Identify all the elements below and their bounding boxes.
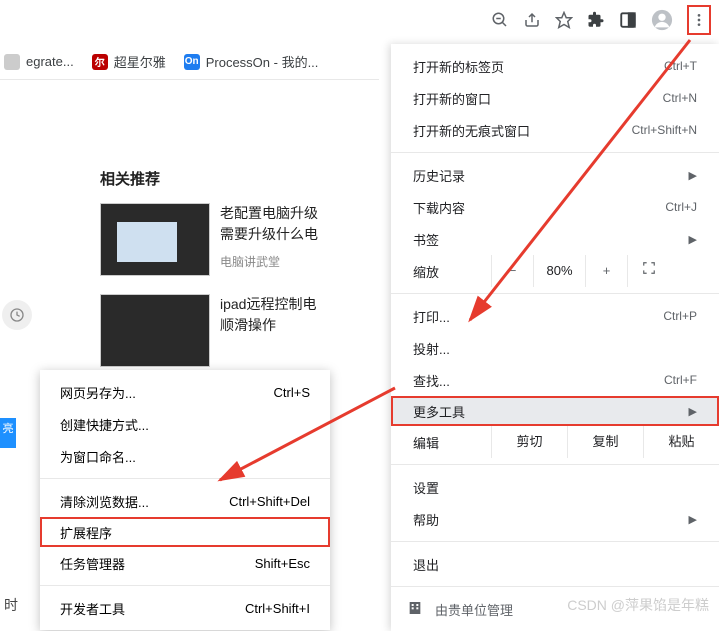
zoom-out-button[interactable]: − [491, 255, 533, 287]
menu-incognito[interactable]: 打开新的无痕式窗口Ctrl+Shift+N [391, 114, 719, 146]
card-sub: 需要升级什么电 [220, 224, 370, 245]
card-thumbnail [100, 294, 210, 367]
menu-edit: 编辑 剪切 复制 粘贴 [391, 426, 719, 458]
bookmark-label: 超星尔雅 [114, 52, 166, 71]
bookmark-item[interactable]: On ProcessOn - 我的... [184, 52, 319, 71]
highlight-tab[interactable]: 亮 [0, 418, 16, 448]
submenu-save-as[interactable]: 网页另存为...Ctrl+S [40, 376, 330, 408]
star-icon[interactable] [555, 11, 573, 29]
submenu-dev-tools[interactable]: 开发者工具Ctrl+Shift+I [40, 592, 330, 624]
edit-copy[interactable]: 复制 [567, 426, 643, 458]
bookmark-label: egrate... [26, 54, 74, 69]
watermark: CSDN @萍果馅是年糕 [567, 595, 709, 615]
submenu-name-window[interactable]: 为窗口命名... [40, 440, 330, 472]
edit-paste[interactable]: 粘贴 [643, 426, 719, 458]
menu-find[interactable]: 查找...Ctrl+F [391, 364, 719, 396]
chevron-right-icon: ▶ [689, 233, 697, 246]
zoom-value: 80% [533, 255, 585, 287]
favicon [4, 54, 20, 70]
profile-icon[interactable] [651, 9, 673, 31]
submenu-create-shortcut[interactable]: 创建快捷方式... [40, 408, 330, 440]
more-menu-icon[interactable] [687, 5, 711, 35]
bookmark-item[interactable]: egrate... [4, 54, 74, 70]
zoom-out-icon[interactable] [491, 11, 509, 29]
card-thumbnail [100, 203, 210, 276]
chrome-main-menu: 打开新的标签页Ctrl+T 打开新的窗口Ctrl+N 打开新的无痕式窗口Ctrl… [391, 44, 719, 631]
menu-zoom: 缩放 − 80% + [391, 255, 719, 287]
submenu-clear-data[interactable]: 清除浏览数据...Ctrl+Shift+Del [40, 485, 330, 517]
page-content: 相关推荐 老配置电脑升级 需要升级什么电 电脑讲武堂 ipad远程控制电 顺滑操… [0, 168, 370, 385]
menu-history[interactable]: 历史记录▶ [391, 159, 719, 191]
more-tools-submenu: 网页另存为...Ctrl+S 创建快捷方式... 为窗口命名... 清除浏览数据… [40, 370, 330, 630]
menu-more-tools[interactable]: 更多工具▶ [391, 396, 719, 426]
zoom-in-button[interactable]: + [585, 255, 627, 287]
bookmarks-bar: egrate... 尔 超星尔雅 On ProcessOn - 我的... [0, 44, 379, 80]
extensions-icon[interactable] [587, 11, 605, 29]
bookmark-label: ProcessOn - 我的... [206, 52, 319, 71]
edit-cut[interactable]: 剪切 [491, 426, 567, 458]
corner-text: 时 [4, 595, 18, 615]
share-icon[interactable] [523, 11, 541, 29]
menu-exit[interactable]: 退出 [391, 548, 719, 580]
favicon: 尔 [92, 54, 108, 70]
menu-settings[interactable]: 设置 [391, 471, 719, 503]
card-title: 老配置电脑升级 [220, 203, 370, 224]
submenu-extensions[interactable]: 扩展程序 [40, 517, 330, 547]
chevron-right-icon: ▶ [689, 513, 697, 526]
card-sub: 顺滑操作 [220, 315, 370, 336]
card-source: 电脑讲武堂 [220, 253, 370, 270]
menu-cast[interactable]: 投射... [391, 332, 719, 364]
card-title: ipad远程控制电 [220, 294, 370, 315]
reading-list-icon[interactable] [619, 11, 637, 29]
recommend-heading: 相关推荐 [100, 168, 370, 189]
recommend-card[interactable]: ipad远程控制电 顺滑操作 [100, 294, 370, 367]
favicon: On [184, 54, 200, 70]
menu-help[interactable]: 帮助▶ [391, 503, 719, 535]
building-icon [407, 600, 425, 619]
browser-toolbar [0, 0, 719, 40]
fullscreen-icon[interactable] [627, 255, 669, 287]
bookmark-item[interactable]: 尔 超星尔雅 [92, 52, 166, 71]
submenu-task-manager[interactable]: 任务管理器Shift+Esc [40, 547, 330, 579]
chevron-right-icon: ▶ [689, 169, 697, 182]
history-icon[interactable] [2, 300, 32, 330]
menu-new-window[interactable]: 打开新的窗口Ctrl+N [391, 82, 719, 114]
menu-bookmarks[interactable]: 书签▶ [391, 223, 719, 255]
recommend-card[interactable]: 老配置电脑升级 需要升级什么电 电脑讲武堂 [100, 203, 370, 276]
menu-downloads[interactable]: 下载内容Ctrl+J [391, 191, 719, 223]
menu-new-tab[interactable]: 打开新的标签页Ctrl+T [391, 50, 719, 82]
menu-print[interactable]: 打印...Ctrl+P [391, 300, 719, 332]
chevron-right-icon: ▶ [689, 405, 697, 418]
